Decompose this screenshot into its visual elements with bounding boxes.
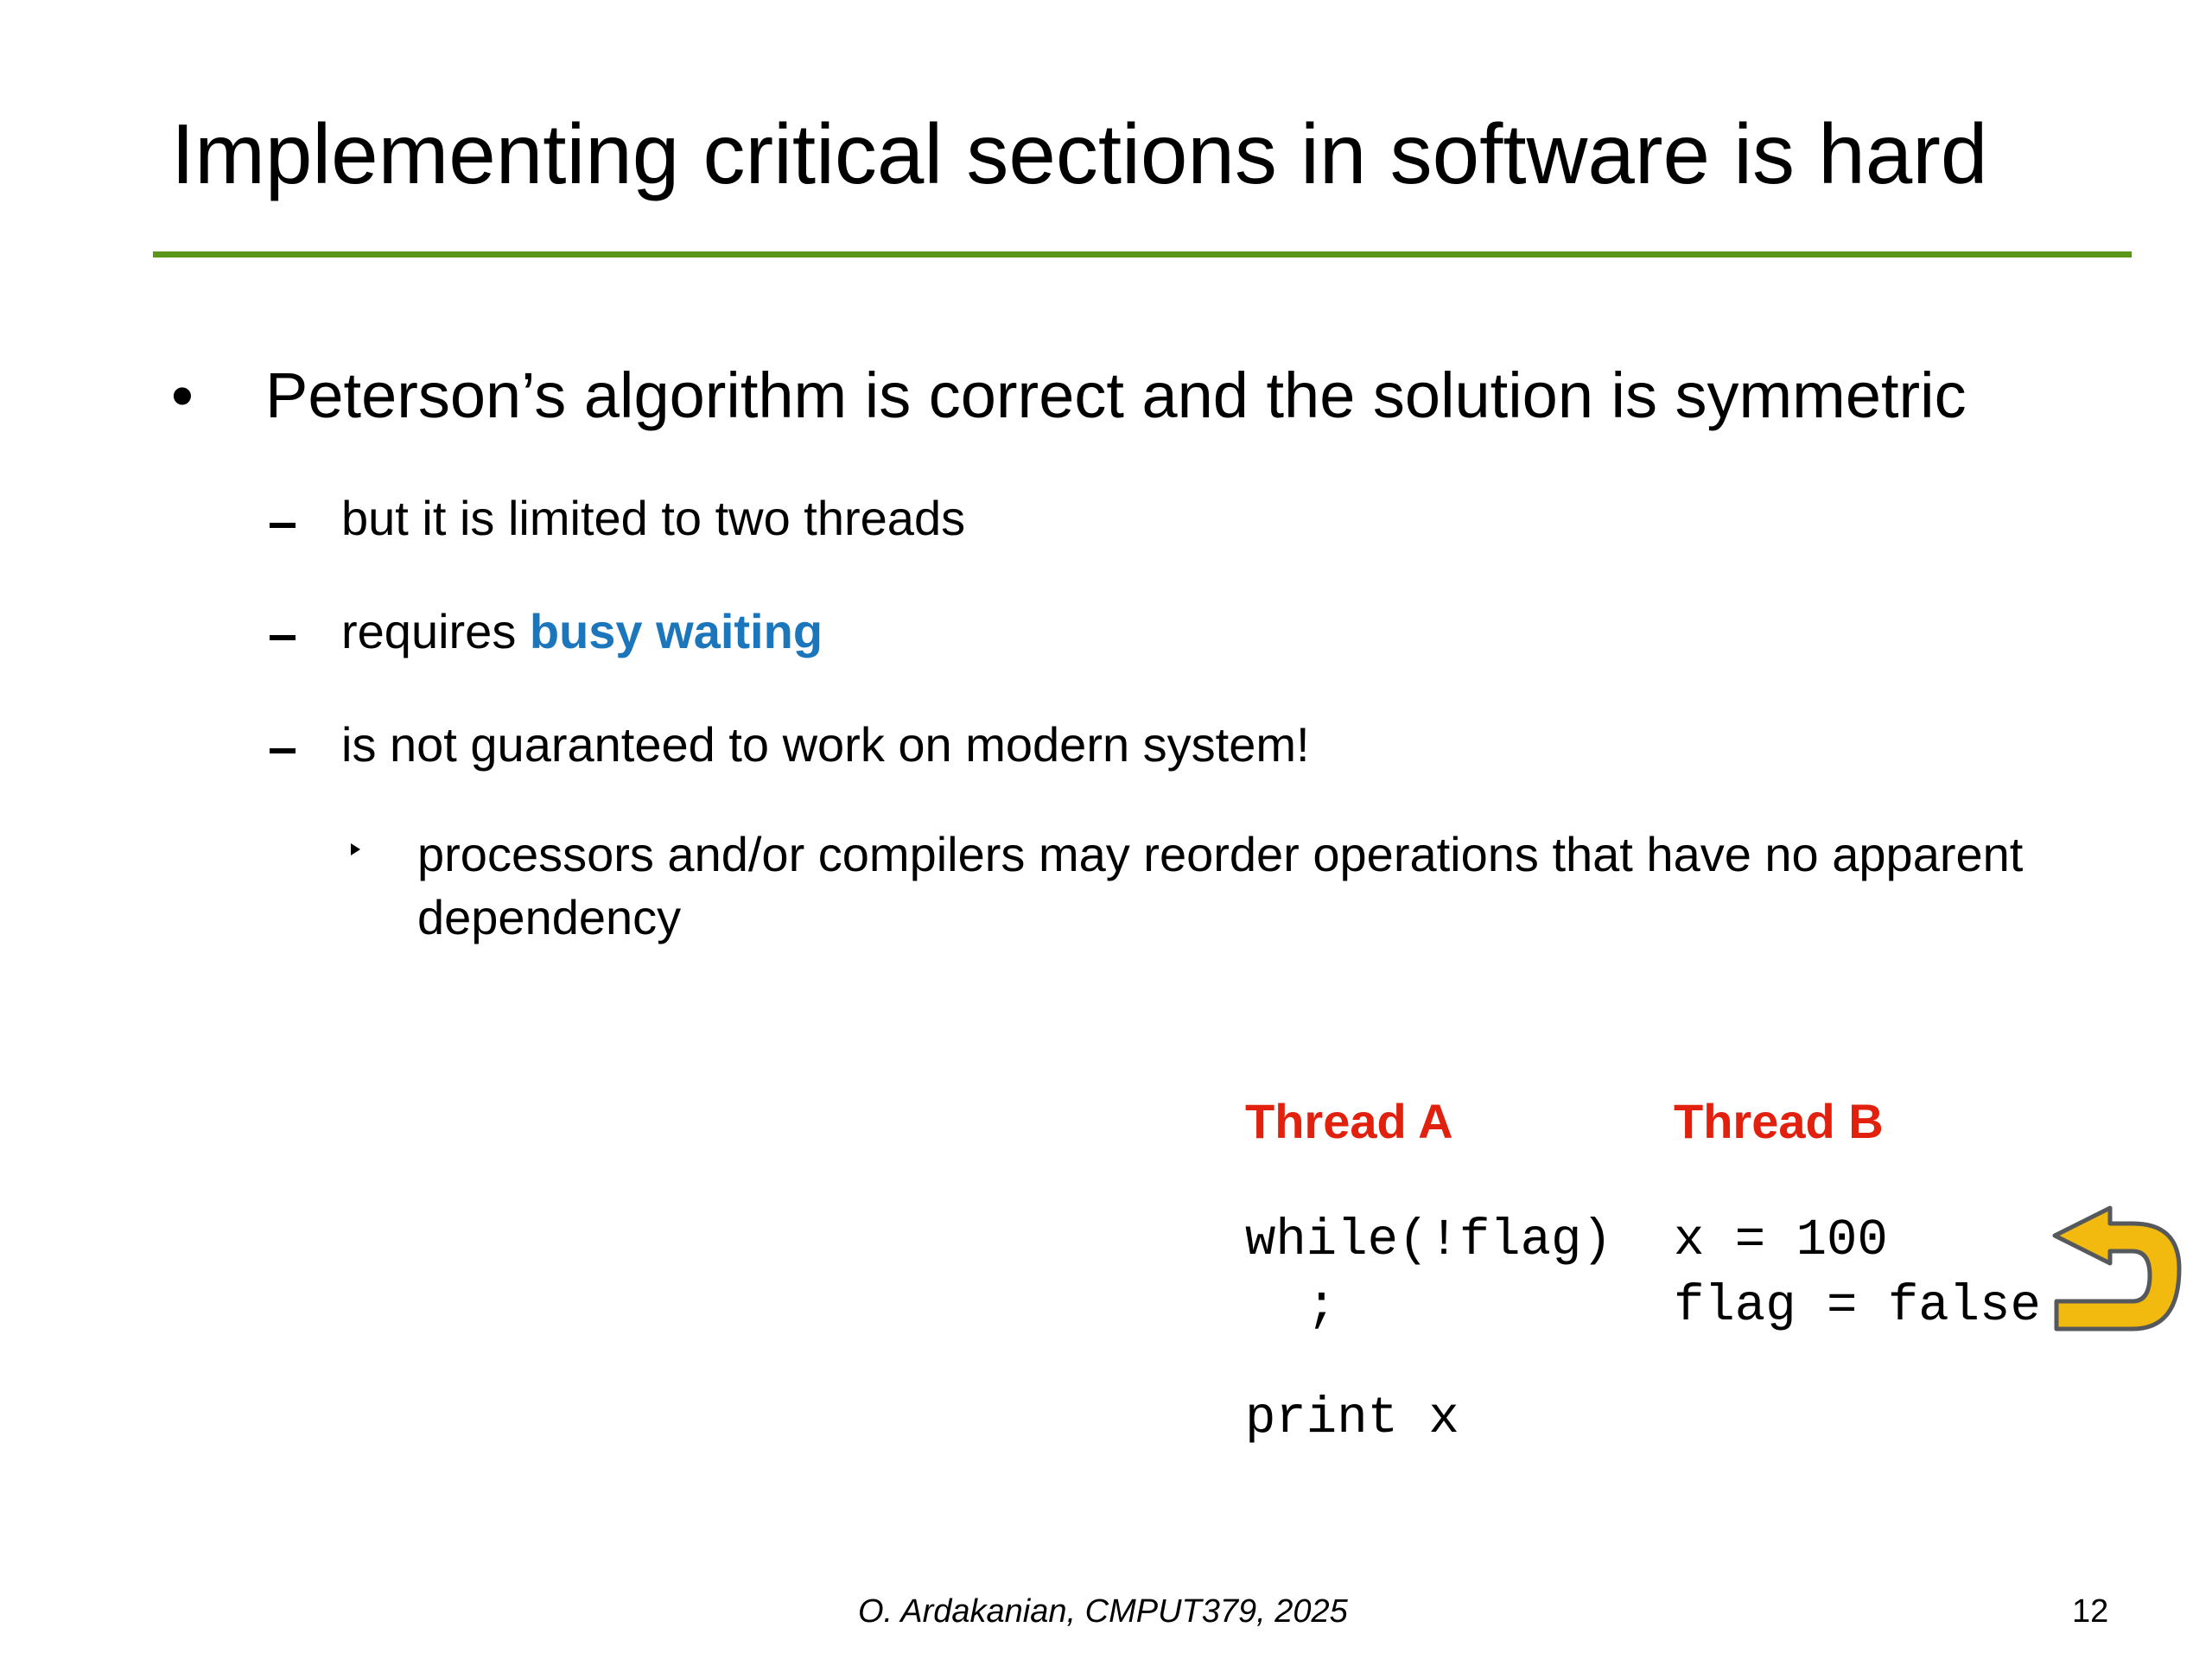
sub-bullet-not-guaranteed: is not guaranteed to work on modern syst… — [341, 717, 1310, 772]
slide-title: Implementing critical sections in softwa… — [171, 106, 1988, 201]
thread-a-label: Thread A — [1245, 1094, 1453, 1148]
sub-bullet-prefix: requires — [341, 604, 530, 658]
title-divider — [153, 251, 2132, 257]
sub-bullet-busy-waiting: requires busy waiting — [341, 599, 823, 664]
thread-a-code-line: ; — [1245, 1277, 1338, 1335]
dash-marker — [270, 523, 296, 528]
return-arrow-icon[interactable] — [2048, 1201, 2186, 1339]
sub-sub-bullet-reorder: processors and/or compilers may reorder … — [417, 827, 2024, 944]
triangle-bullet-icon — [351, 843, 360, 855]
page-number: 12 — [2072, 1593, 2109, 1630]
busy-waiting-highlight: busy waiting — [529, 604, 823, 658]
footer-credit: O. Ardakanian, CMPUT379, 2025 — [858, 1593, 1348, 1630]
thread-b-label: Thread B — [1674, 1094, 1884, 1148]
thread-b-code-line: x = 100 — [1674, 1211, 1888, 1269]
bullet-marker: • — [171, 359, 194, 431]
thread-a-code-line: while(!flag) — [1245, 1211, 1612, 1269]
dash-marker — [270, 635, 296, 640]
main-bullet: Peterson’s algorithm is correct and the … — [265, 359, 1967, 431]
thread-a-code-line: print x — [1245, 1389, 1459, 1447]
dash-marker — [270, 748, 296, 753]
sub-bullet-two-threads: but it is limited to two threads — [341, 491, 966, 545]
thread-b-code-line: flag = false — [1674, 1277, 2041, 1335]
